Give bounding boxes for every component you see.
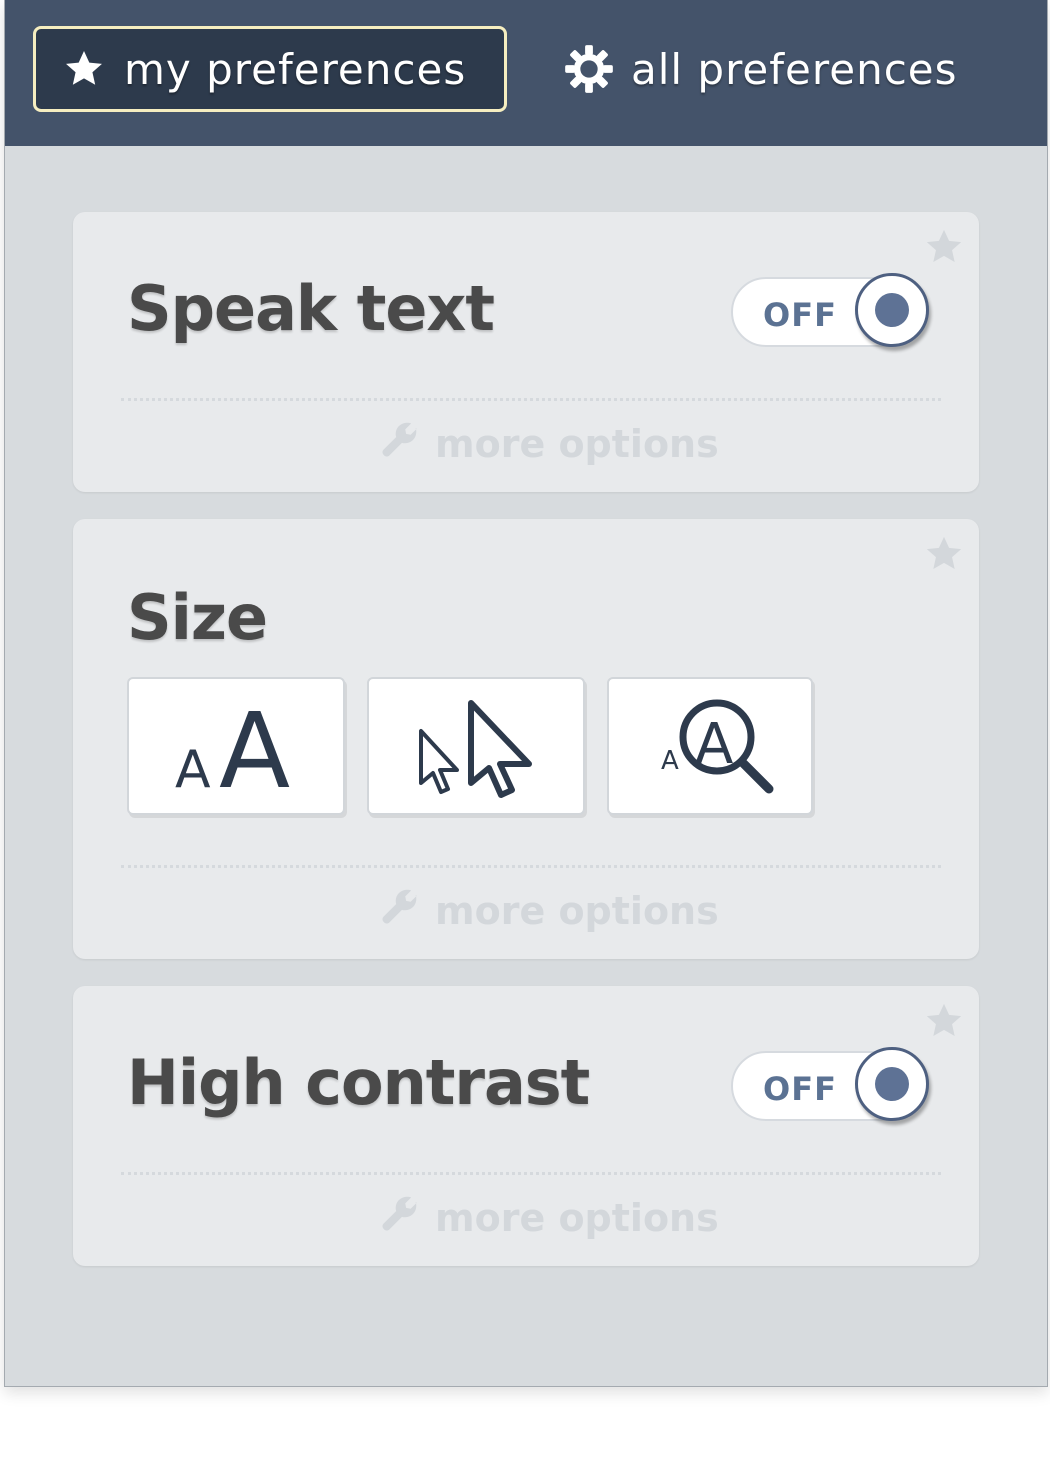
- high-contrast-card: High contrast OFF more options: [73, 986, 979, 1266]
- tab-my-preferences-label: my preferences: [124, 44, 467, 94]
- pointer-size-icon: [369, 679, 583, 813]
- high-contrast-title: High contrast: [127, 1046, 590, 1119]
- high-contrast-toggle[interactable]: OFF: [731, 1047, 929, 1121]
- divider: [121, 1172, 941, 1175]
- favorite-star-icon[interactable]: [923, 226, 965, 268]
- speak-text-card: Speak text OFF more options: [73, 212, 979, 492]
- preferences-panel: my preferences all preferences Speak tex…: [4, 0, 1048, 1387]
- text-size-button[interactable]: A A: [127, 677, 345, 815]
- wrench-icon: [379, 885, 435, 936]
- tab-all-preferences-label: all preferences: [631, 44, 958, 94]
- more-options-label: more options: [435, 888, 719, 933]
- tab-my-preferences[interactable]: my preferences: [33, 26, 507, 112]
- high-contrast-more-options[interactable]: more options: [379, 1192, 719, 1243]
- size-card: Size A A A A more options: [73, 519, 979, 959]
- more-options-label: more options: [435, 1195, 719, 1240]
- toggle-knob: [855, 1047, 929, 1121]
- gear-icon: [563, 43, 615, 95]
- speak-text-toggle-label: OFF: [763, 296, 837, 334]
- star-icon: [62, 47, 106, 91]
- pointer-size-button[interactable]: [367, 677, 585, 815]
- favorite-star-icon[interactable]: [923, 1000, 965, 1042]
- magnifier-icon: A A: [609, 679, 811, 813]
- favorite-star-icon[interactable]: [923, 533, 965, 575]
- speak-text-title: Speak text: [127, 272, 495, 345]
- tab-all-preferences[interactable]: all preferences: [563, 26, 958, 112]
- magnifier-button[interactable]: A A: [607, 677, 813, 815]
- speak-text-more-options[interactable]: more options: [379, 418, 719, 469]
- wrench-icon: [379, 1192, 435, 1243]
- svg-text:A: A: [695, 712, 733, 777]
- toggle-knob: [855, 273, 929, 347]
- text-size-icon: A A: [129, 679, 343, 813]
- divider: [121, 865, 941, 868]
- tab-bar: my preferences all preferences: [5, 0, 1047, 146]
- size-title: Size: [127, 581, 268, 654]
- high-contrast-toggle-label: OFF: [763, 1070, 837, 1108]
- wrench-icon: [379, 418, 435, 469]
- speak-text-toggle[interactable]: OFF: [731, 273, 929, 347]
- svg-text:A: A: [661, 746, 679, 776]
- svg-text:A: A: [219, 690, 290, 812]
- more-options-label: more options: [435, 421, 719, 466]
- svg-text:A: A: [175, 740, 211, 800]
- size-more-options[interactable]: more options: [379, 885, 719, 936]
- divider: [121, 398, 941, 401]
